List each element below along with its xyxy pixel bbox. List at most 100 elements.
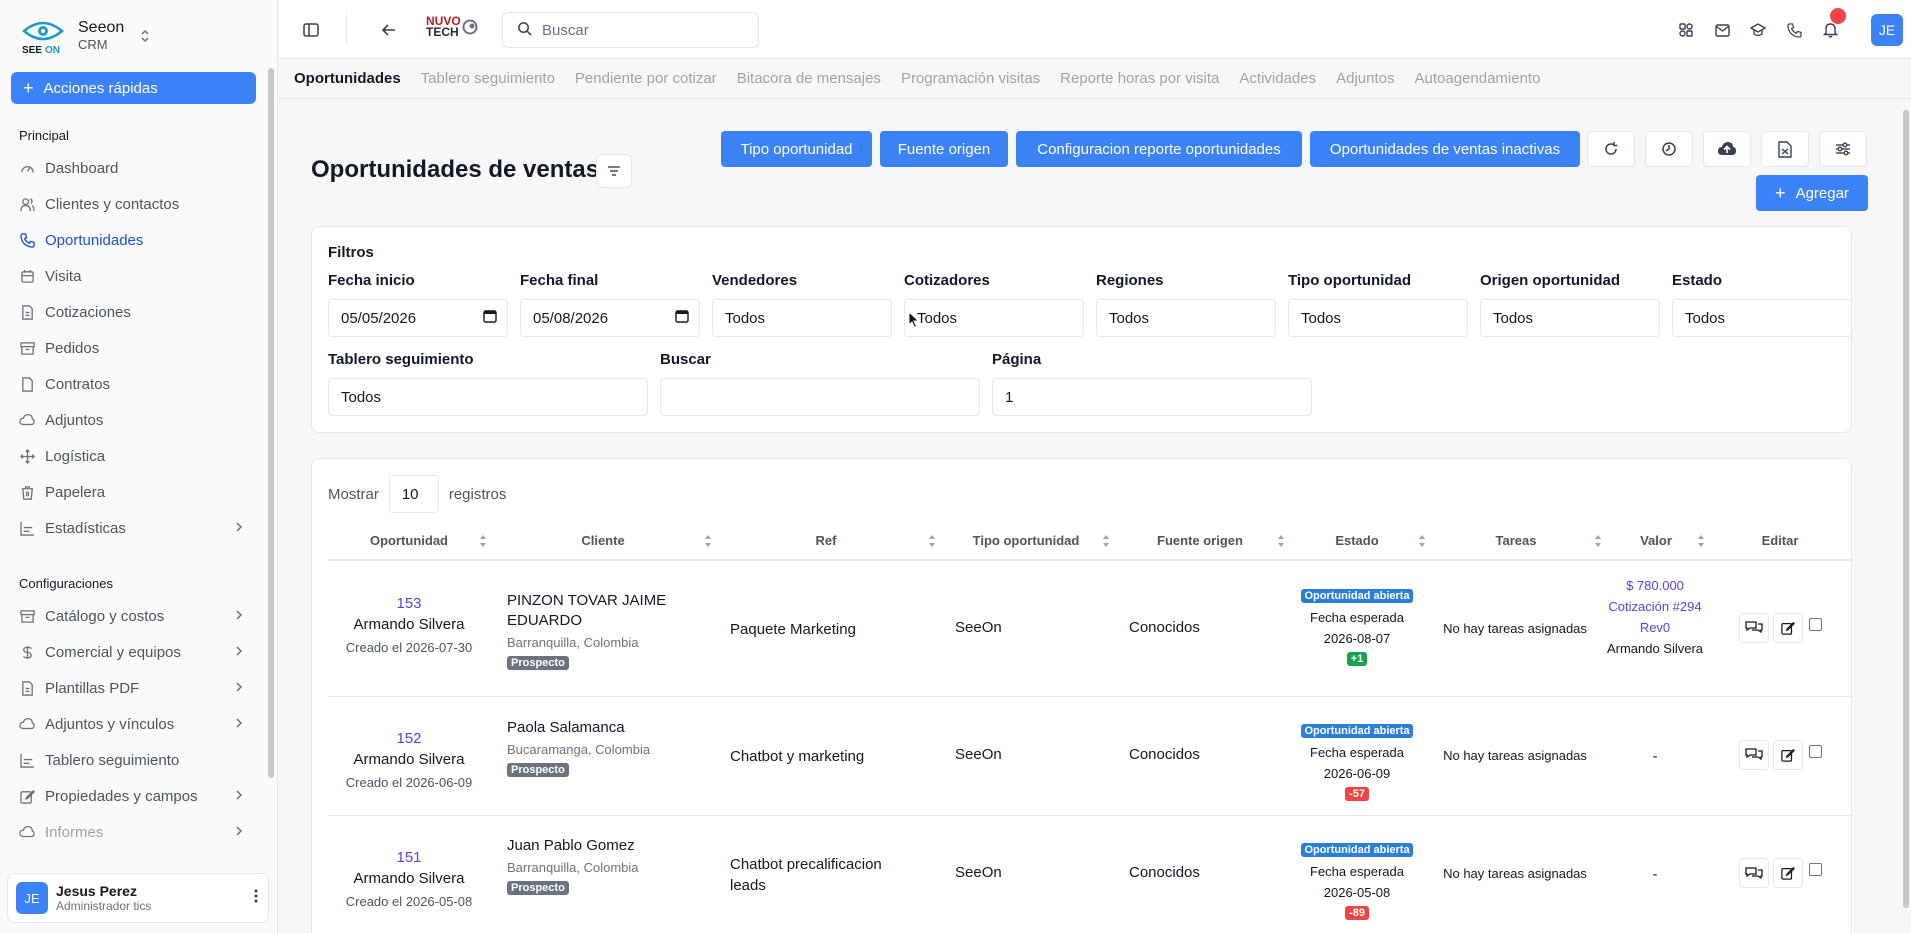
row-checkbox[interactable]	[1809, 744, 1822, 758]
calendar-icon[interactable]	[483, 309, 497, 327]
user-menu[interactable]: JE Jesus Perez Administrador tics	[7, 873, 269, 923]
fuente-origen-button[interactable]: Fuente origen	[880, 131, 1008, 167]
days-badge-wrap: -89	[1300, 903, 1414, 920]
row-checkbox[interactable]	[1809, 863, 1822, 876]
sidebar-item-papelera[interactable]: Papelera	[19, 474, 249, 510]
filter-toggle-button[interactable]	[596, 154, 632, 188]
comments-button[interactable]	[1739, 612, 1769, 643]
settings-sliders-button[interactable]	[1819, 131, 1867, 167]
opportunity-id-link[interactable]: 153	[339, 595, 479, 612]
buscar-input[interactable]	[660, 378, 980, 416]
valor-amount-link[interactable]: $ 780.000	[1604, 575, 1706, 596]
inactive-opportunities-button[interactable]: Oportunidades de ventas inactivas	[1310, 131, 1580, 167]
column-header[interactable]: Editar	[1680, 533, 1880, 550]
sidebar-item-cotizaciones[interactable]: Cotizaciones	[19, 294, 249, 330]
comments-button[interactable]	[1739, 739, 1769, 770]
brand-switcher[interactable]: SEE ON Seeon CRM	[20, 14, 150, 58]
sidebar-item-pedidos[interactable]: Pedidos	[19, 330, 249, 366]
chevron-right-icon	[235, 716, 243, 732]
estado-select[interactable]: Todos	[1672, 299, 1852, 337]
sidebar-item-label: Oportunidades	[45, 231, 144, 249]
global-search[interactable]	[502, 12, 759, 48]
back-arrow-icon[interactable]	[379, 20, 399, 40]
edit-button[interactable]	[1773, 858, 1803, 888]
tab-tablero-seguimiento[interactable]: Tablero seguimiento	[421, 70, 555, 87]
upload-button[interactable]	[1703, 131, 1751, 167]
sidebar-scrollbar[interactable]	[268, 68, 274, 778]
add-opportunity-button[interactable]: + Agregar	[1756, 175, 1868, 211]
sidebar-item-oportunidades[interactable]: Oportunidades	[19, 222, 249, 258]
sidebar-item-informes[interactable]: Informes	[19, 814, 249, 850]
apps-icon[interactable]	[1676, 20, 1696, 40]
origen-oportunidad-select[interactable]: Todos	[1480, 299, 1660, 337]
sidebar-item-label: Propiedades y campos	[45, 787, 198, 805]
export-excel-button[interactable]	[1761, 131, 1809, 167]
sidebar-item-adjuntos-y-vinculos[interactable]: Adjuntos y vínculos	[19, 706, 249, 742]
comments-button[interactable]	[1739, 858, 1769, 888]
quick-actions-button[interactable]: + Acciones rápidas	[11, 72, 256, 104]
tab-actividades[interactable]: Actividades	[1239, 70, 1316, 87]
opportunity-id-link[interactable]: 152	[339, 730, 479, 747]
header-avatar[interactable]: JE	[1871, 14, 1903, 46]
sidebar-item-dashboard[interactable]: Dashboard	[19, 150, 249, 186]
column-header[interactable]: Cliente	[503, 533, 703, 550]
sidebar-item-adjuntos[interactable]: Adjuntos	[19, 402, 249, 438]
phone-call-icon[interactable]	[1784, 20, 1804, 40]
refresh-button[interactable]	[1587, 131, 1635, 167]
tab-programacion-visitas[interactable]: Programación visitas	[901, 70, 1040, 87]
fecha-final-input[interactable]: 05/08/2026	[520, 299, 700, 337]
client-name[interactable]: PINZON TOVAR JAIME EDUARDO	[507, 591, 677, 631]
column-header[interactable]: Tipo oportunidad	[926, 533, 1126, 550]
tab-reporte-horas-por-visita[interactable]: Reporte horas por visita	[1060, 70, 1219, 87]
page-size-input[interactable]: 10	[388, 475, 439, 513]
tab-oportunidades[interactable]: Oportunidades	[294, 70, 401, 87]
row-checkbox[interactable]	[1809, 617, 1822, 631]
vendedores-select[interactable]: Todos	[712, 299, 892, 337]
tab-adjuntos[interactable]: Adjuntos	[1336, 70, 1394, 87]
pagina-input[interactable]: 1	[992, 378, 1312, 416]
fecha-inicio-input[interactable]: 05/05/2026	[328, 299, 508, 337]
edit-button[interactable]	[1773, 739, 1803, 770]
sidebar-item-estadisticas[interactable]: Estadísticas	[19, 510, 249, 546]
client-name[interactable]: Juan Pablo Gomez	[507, 836, 677, 856]
sidebar-item-visita[interactable]: Visita	[19, 258, 249, 294]
tipo-oportunidad-button[interactable]: Tipo oportunidad	[721, 131, 872, 167]
sort-icon[interactable]	[704, 534, 712, 548]
sidebar-item-comercial-y-equipos[interactable]: Comercial y equipos	[19, 634, 249, 670]
sidebar-item-contratos[interactable]: Contratos	[19, 366, 249, 402]
more-vertical-icon[interactable]	[254, 888, 258, 909]
tab-bitacora-de-mensajes[interactable]: Bitacora de mensajes	[737, 70, 881, 87]
edit-button[interactable]	[1773, 612, 1803, 643]
tipo-oportunidad-select[interactable]: Todos	[1288, 299, 1468, 337]
config-report-button[interactable]: Configuracion reporte oportunidades	[1016, 131, 1302, 167]
sort-icon[interactable]	[479, 534, 487, 548]
main-scrollbar[interactable]	[1903, 110, 1909, 908]
tablero-select[interactable]: Todos	[328, 378, 648, 416]
sidebar-item-catalogo-y-costos[interactable]: Catálogo y costos	[19, 598, 249, 634]
opportunity-cell: 151 Armando Silvera Creado el 2026-05-08	[339, 849, 479, 912]
history-button[interactable]	[1645, 131, 1693, 167]
tab-pendiente-por-cotizar[interactable]: Pendiente por cotizar	[575, 70, 717, 87]
regiones-select[interactable]: Todos	[1096, 299, 1276, 337]
status-badge: Oportunidad abierta	[1301, 589, 1413, 603]
sidebar-toggle-icon[interactable]	[301, 20, 321, 40]
messages-icon	[1745, 748, 1763, 761]
tab-autoagendamiento[interactable]: Autoagendamiento	[1415, 70, 1541, 87]
search-icon	[517, 21, 532, 40]
opportunity-id-link[interactable]: 151	[339, 849, 479, 866]
svg-text:SEE: SEE	[22, 45, 42, 55]
graduation-cap-icon[interactable]	[1748, 20, 1768, 40]
client-name[interactable]: Paola Salamanca	[507, 718, 677, 738]
sidebar-item-plantillas-pdf[interactable]: Plantillas PDF	[19, 670, 249, 706]
sidebar-item-propiedades-y-campos[interactable]: Propiedades y campos	[19, 778, 249, 814]
mail-icon[interactable]	[1712, 20, 1732, 40]
quote-link[interactable]: Cotización #294 Rev0	[1604, 596, 1706, 638]
sidebar-item-tablero-seguimiento[interactable]: Tablero seguimiento	[19, 742, 249, 778]
plus-icon: +	[23, 78, 34, 98]
cotizadores-select[interactable]: Todos	[904, 299, 1084, 337]
search-input[interactable]	[542, 21, 742, 39]
sidebar-item-logistica[interactable]: Logística	[19, 438, 249, 474]
calendar-icon[interactable]	[675, 309, 689, 327]
column-header[interactable]: Ref	[726, 533, 926, 550]
sidebar-item-clientes-y-contactos[interactable]: Clientes y contactos	[19, 186, 249, 222]
